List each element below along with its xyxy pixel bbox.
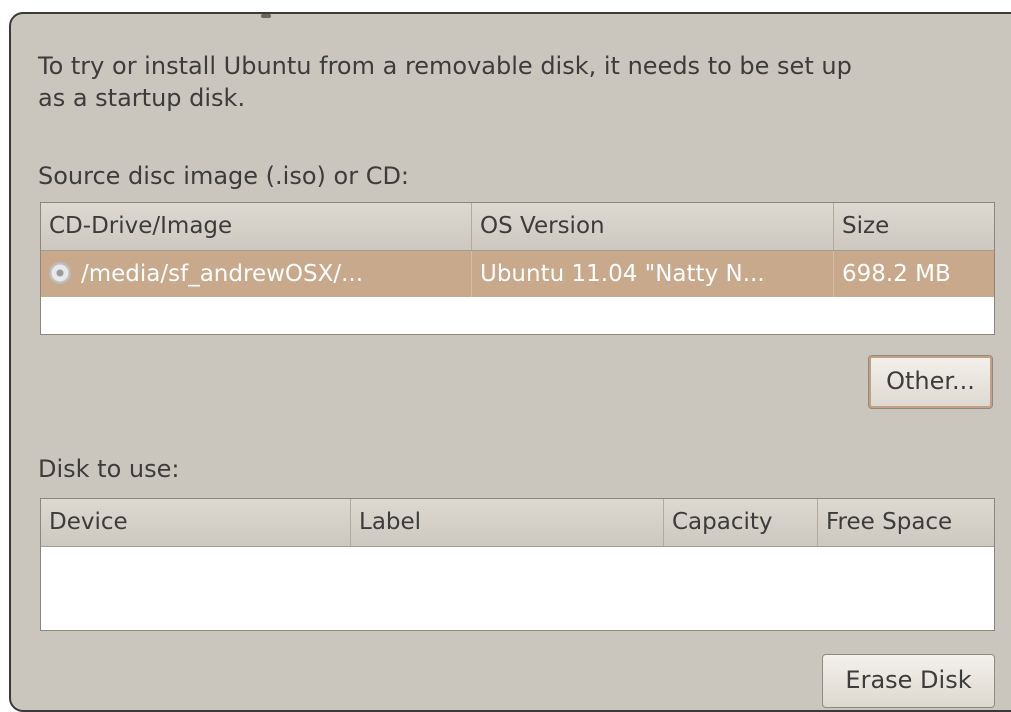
- startup-disk-creator-window: To try or install Ubuntu from a removabl…: [9, 12, 1011, 712]
- table-empty-area[interactable]: [41, 297, 994, 334]
- column-header-size[interactable]: Size: [834, 203, 994, 250]
- disk-label: Disk to use:: [38, 455, 180, 483]
- column-header-os-version[interactable]: OS Version: [472, 203, 834, 250]
- cell-image-text: /media/sf_andrewOSX/...: [81, 261, 364, 287]
- intro-text: To try or install Ubuntu from a removabl…: [38, 50, 852, 114]
- column-header-capacity[interactable]: Capacity: [664, 499, 818, 546]
- column-header-label[interactable]: Label: [351, 499, 664, 546]
- source-table-header: CD-Drive/Image OS Version Size: [41, 203, 994, 251]
- erase-disk-button[interactable]: Erase Disk: [822, 654, 995, 708]
- disk-table-header: Device Label Capacity Free Space: [41, 499, 994, 547]
- source-label: Source disc image (.iso) or CD:: [38, 162, 410, 190]
- title-fragment: [261, 14, 271, 18]
- cell-image[interactable]: /media/sf_andrewOSX/...: [41, 251, 472, 297]
- other-button[interactable]: Other...: [868, 355, 993, 409]
- column-header-cd-drive-image[interactable]: CD-Drive/Image: [41, 203, 472, 250]
- intro-line-1: To try or install Ubuntu from a removabl…: [38, 52, 852, 80]
- cell-size[interactable]: 698.2 MB: [834, 251, 994, 297]
- intro-line-2: as a startup disk.: [38, 84, 246, 112]
- source-table: CD-Drive/Image OS Version Size /media/sf…: [40, 202, 995, 335]
- column-header-device[interactable]: Device: [41, 499, 351, 546]
- disk-table[interactable]: Device Label Capacity Free Space: [40, 498, 995, 631]
- table-row[interactable]: /media/sf_andrewOSX/... Ubuntu 11.04 "Na…: [41, 251, 994, 297]
- disc-icon: [49, 262, 71, 284]
- cell-os-version[interactable]: Ubuntu 11.04 "Natty N...: [472, 251, 834, 297]
- column-header-free-space[interactable]: Free Space: [818, 499, 994, 546]
